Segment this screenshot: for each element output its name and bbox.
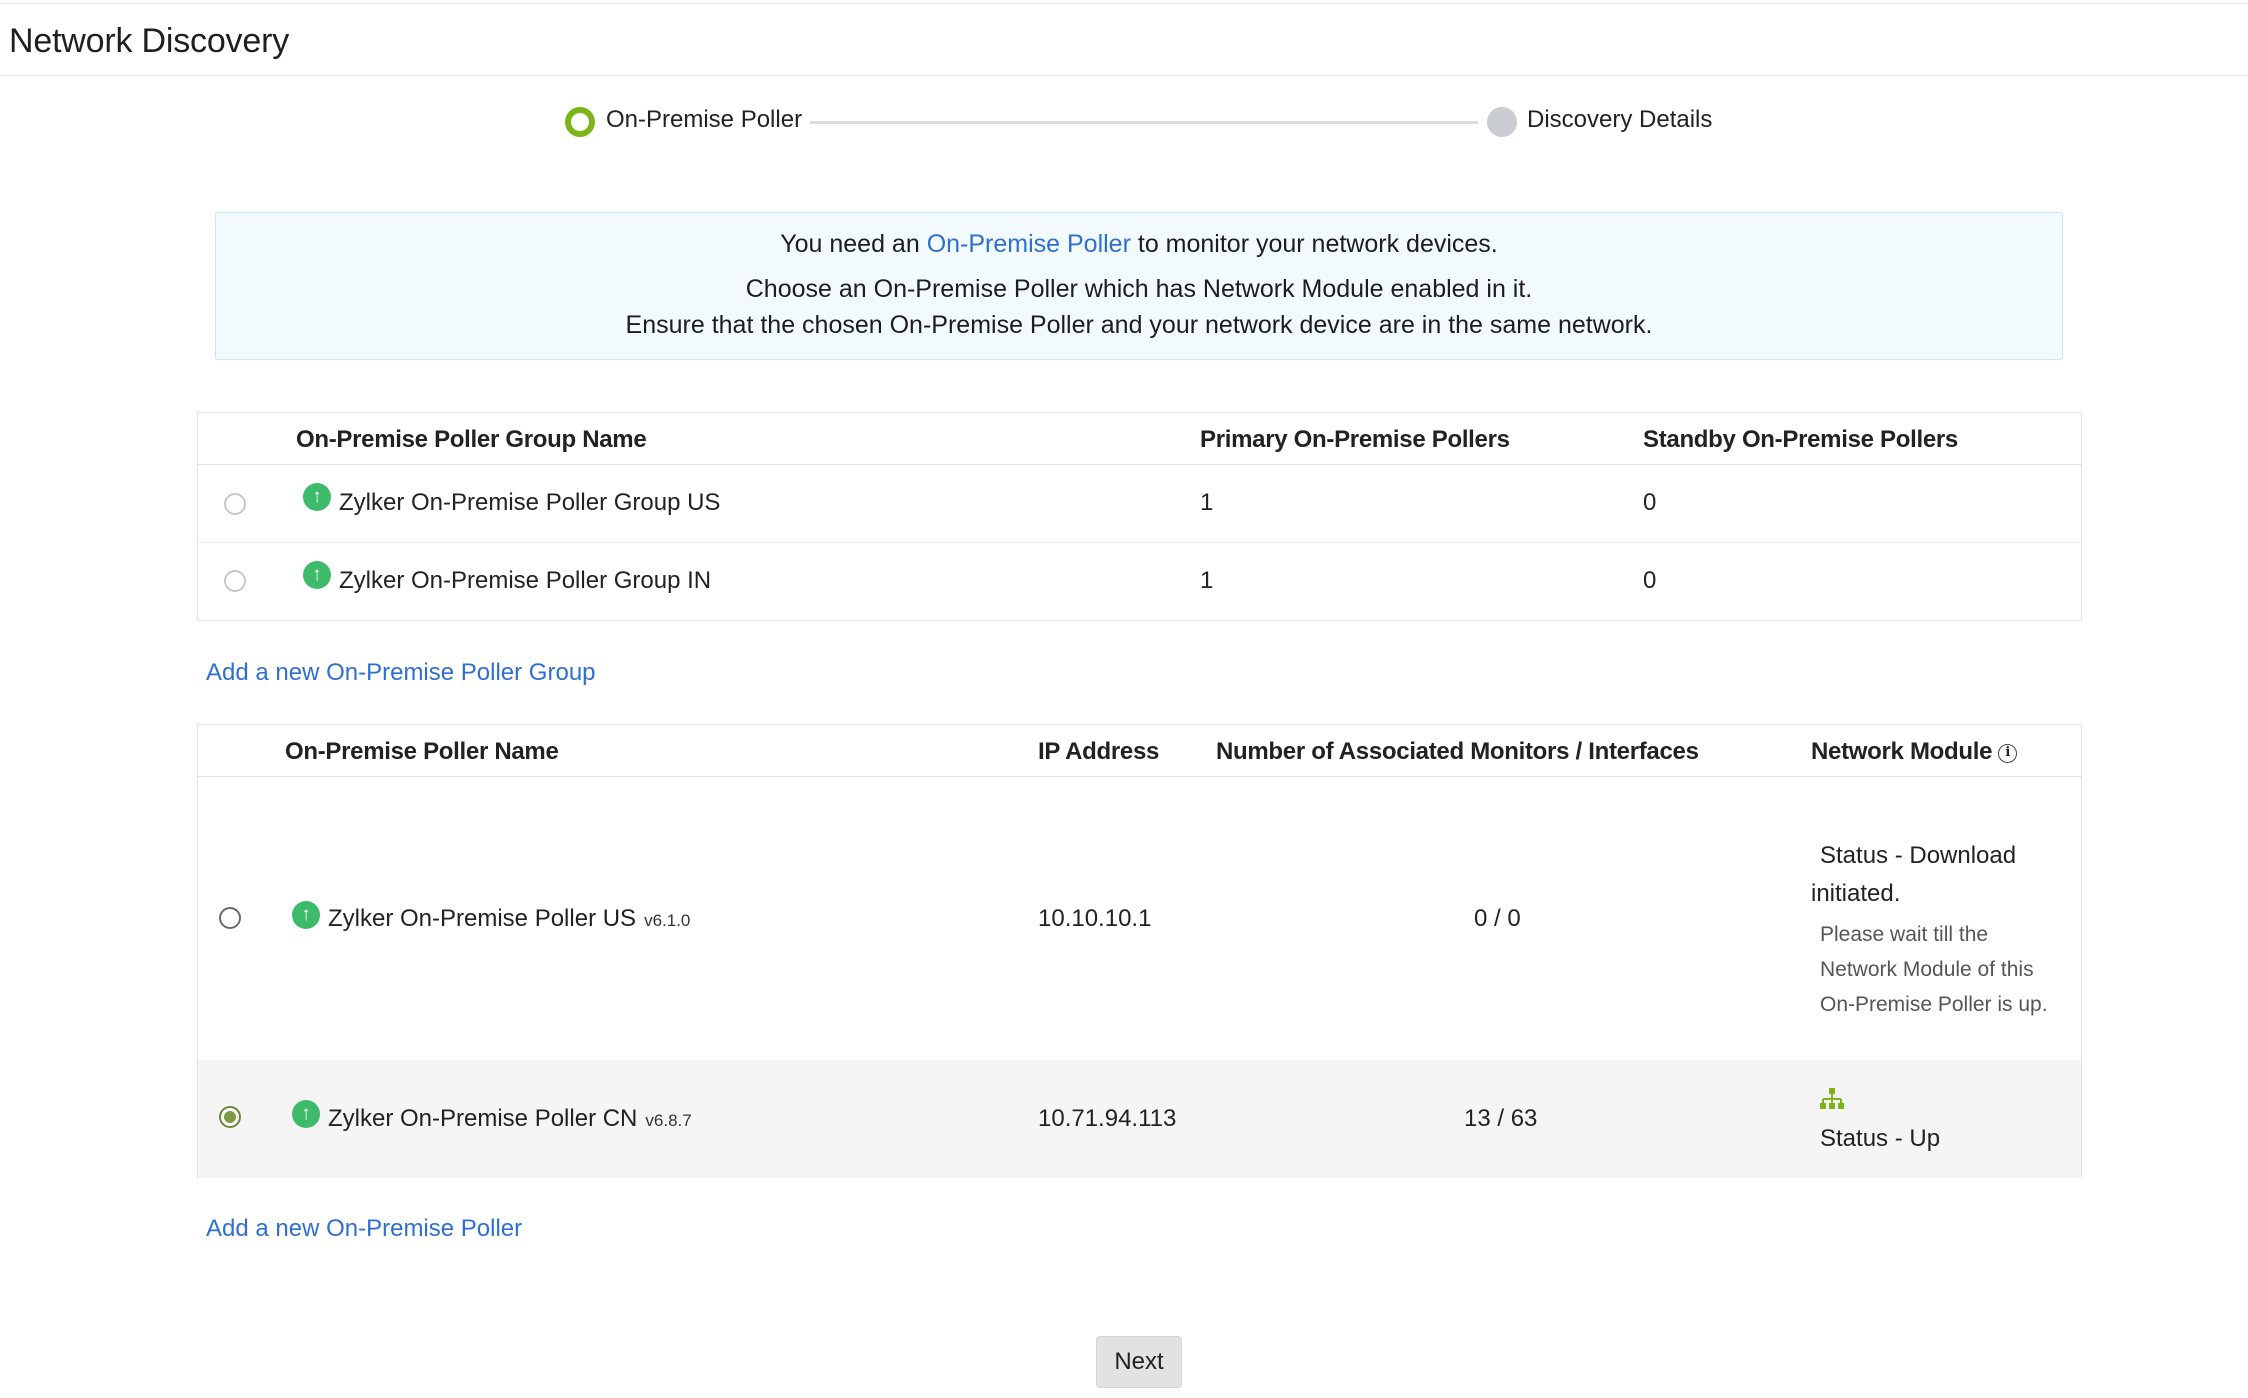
info-line-2: Choose an On-Premise Poller which has Ne… bbox=[745, 275, 1533, 303]
group-row-radio[interactable] bbox=[224, 493, 246, 515]
info-icon[interactable]: i bbox=[1998, 744, 2018, 763]
poller-table: On-Premise Poller Name IP Address Number… bbox=[197, 724, 2082, 1178]
group-row-radio[interactable] bbox=[224, 570, 246, 592]
arrow-up-icon: ↑ bbox=[303, 483, 331, 511]
poller-name: Zylker On-Premise Poller US v6.1.0 bbox=[328, 905, 690, 933]
add-poller-link[interactable]: Add a new On-Premise Poller bbox=[206, 1215, 522, 1243]
table-header: On-Premise Poller Group Name Primary On-… bbox=[198, 413, 2081, 465]
standby-count: 0 bbox=[1643, 567, 1657, 594]
ip-address: 10.10.10.1 bbox=[1038, 905, 1152, 932]
poller-name-text: Zylker On-Premise Poller US bbox=[328, 905, 637, 932]
column-header-group-name: On-Premise Poller Group Name bbox=[296, 426, 647, 453]
column-header-ip-address: IP Address bbox=[1038, 738, 1160, 765]
arrow-up-icon: ↑ bbox=[292, 1100, 320, 1128]
network-module-status: Status - Up bbox=[1820, 1125, 1941, 1152]
step-1-label[interactable]: On-Premise Poller bbox=[606, 106, 802, 134]
group-name: Zylker On-Premise Poller Group US bbox=[339, 489, 721, 516]
table-row[interactable]: ↑ Zylker On-Premise Poller CN v6.8.7 10.7… bbox=[198, 1060, 2081, 1178]
standby-count: 0 bbox=[1643, 489, 1657, 516]
poller-name-text: Zylker On-Premise Poller CN bbox=[328, 1105, 638, 1132]
poller-row-radio[interactable] bbox=[219, 907, 241, 929]
monitor-count: 13 / 63 bbox=[1464, 1105, 1538, 1132]
network-module-header-label: Network Module bbox=[1811, 738, 1993, 765]
poller-group-table: On-Premise Poller Group Name Primary On-… bbox=[197, 412, 2082, 621]
column-header-network-module: Network Module i bbox=[1811, 738, 2018, 766]
column-header-primary: Primary On-Premise Pollers bbox=[1200, 426, 1510, 453]
top-border bbox=[0, 0, 2248, 4]
step-2-indicator-icon bbox=[1487, 107, 1517, 137]
poller-version: v6.8.7 bbox=[645, 1111, 692, 1130]
network-module-status: Status - Download initiated. bbox=[1811, 842, 2017, 907]
poller-name: Zylker On-Premise Poller CN v6.8.7 bbox=[328, 1105, 692, 1133]
add-poller-group-link[interactable]: Add a new On-Premise Poller Group bbox=[206, 659, 596, 687]
column-header-monitors: Number of Associated Monitors / Interfac… bbox=[1216, 738, 1699, 765]
column-header-standby: Standby On-Premise Pollers bbox=[1643, 426, 1958, 453]
info-line-1-prefix: You need an bbox=[780, 230, 920, 258]
on-premise-poller-link[interactable]: On-Premise Poller bbox=[927, 230, 1131, 258]
poller-row-radio[interactable] bbox=[219, 1106, 241, 1128]
table-row[interactable]: ↑ Zylker On-Premise Poller Group IN 1 0 bbox=[198, 543, 2081, 621]
arrow-up-icon: ↑ bbox=[303, 561, 331, 589]
network-topology-icon bbox=[1820, 1088, 1844, 1109]
arrow-up-icon: ↑ bbox=[292, 901, 320, 929]
network-module-note: Please wait till the Network Module of t… bbox=[1820, 923, 2048, 1016]
primary-count: 1 bbox=[1200, 567, 1214, 594]
group-name: Zylker On-Premise Poller Group IN bbox=[339, 567, 712, 594]
column-header-poller-name: On-Premise Poller Name bbox=[285, 738, 559, 765]
step-2-label[interactable]: Discovery Details bbox=[1527, 106, 1712, 134]
table-row[interactable]: ↑ Zylker On-Premise Poller Group US 1 0 bbox=[198, 465, 2081, 543]
page-title: Network Discovery bbox=[9, 22, 289, 60]
step-connector bbox=[810, 121, 1478, 124]
next-button[interactable]: Next bbox=[1096, 1336, 1182, 1388]
table-row[interactable]: ↑ Zylker On-Premise Poller US v6.1.0 10.1… bbox=[198, 777, 2081, 1060]
info-line-1: You need an On-Premise Poller to monitor… bbox=[216, 230, 2062, 259]
ip-address: 10.71.94.113 bbox=[1038, 1105, 1177, 1132]
title-divider bbox=[0, 75, 2248, 76]
monitor-count: 0 / 0 bbox=[1474, 905, 1521, 932]
info-line-3: Ensure that the chosen On-Premise Poller… bbox=[625, 311, 1653, 339]
primary-count: 1 bbox=[1200, 489, 1214, 516]
info-line-1-suffix: to monitor your network devices. bbox=[1137, 230, 1498, 258]
step-1-indicator-icon bbox=[565, 107, 595, 137]
poller-version: v6.1.0 bbox=[644, 911, 691, 930]
table-header: On-Premise Poller Name IP Address Number… bbox=[198, 725, 2081, 777]
wizard-stepper: On-Premise Poller Discovery Details bbox=[565, 104, 1715, 138]
info-banner: You need an On-Premise Poller to monitor… bbox=[215, 212, 2063, 360]
